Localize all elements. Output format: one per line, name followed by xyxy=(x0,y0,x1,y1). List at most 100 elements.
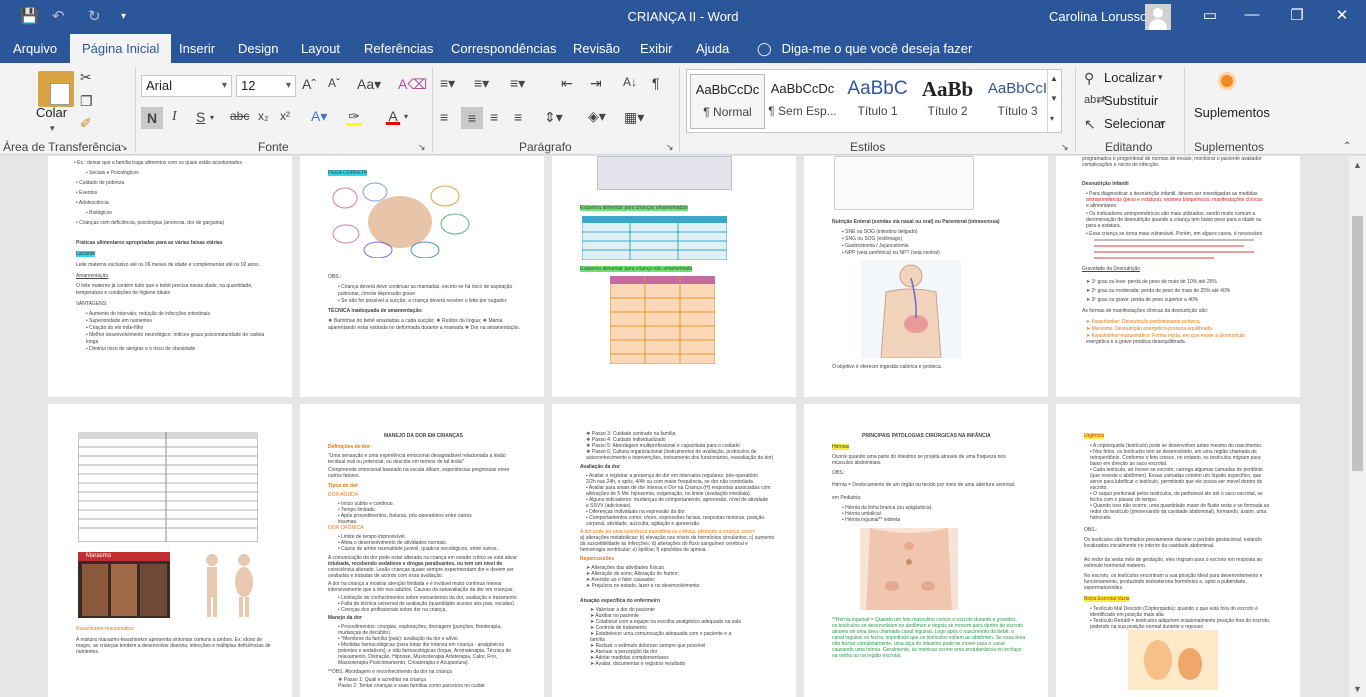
text-placeholder xyxy=(1094,251,1254,253)
restore-icon[interactable]: ❐ xyxy=(1282,6,1312,24)
paragraph-launcher-icon[interactable]: ↘ xyxy=(666,142,674,153)
style-heading-3[interactable]: AaBbCcI Título 3 xyxy=(980,74,1055,129)
select-button[interactable]: Selecionar xyxy=(1104,116,1165,131)
font-color-icon[interactable]: A xyxy=(386,108,400,125)
ribbon-display-options-icon[interactable]: ▭ xyxy=(1195,6,1225,24)
tab-pagina-inicial[interactable]: Página Inicial xyxy=(70,34,172,63)
customize-quick-access-icon[interactable]: ▾ xyxy=(121,11,126,22)
justify-icon[interactable]: ≡ xyxy=(514,109,522,125)
minimize-icon[interactable]: — xyxy=(1237,6,1267,23)
align-left-icon[interactable]: ≡ xyxy=(440,109,448,125)
tab-design[interactable]: Design xyxy=(226,34,290,63)
document-page[interactable]: PEGA CORRETA OBS.: • Criança deverá deve… xyxy=(300,156,544,397)
close-icon[interactable]: ✕ xyxy=(1327,6,1357,24)
grow-font-icon[interactable]: Aˆ xyxy=(302,76,316,92)
tab-arquivo[interactable]: Arquivo xyxy=(1,34,69,63)
tab-correspondencias[interactable]: Correspondências xyxy=(439,34,569,63)
tab-inserir[interactable]: Inserir xyxy=(167,34,227,63)
save-icon[interactable]: 💾 xyxy=(20,7,39,25)
text-line: ▪ NPP (veia periférica) ou NPT (veia cen… xyxy=(842,250,940,256)
replace-button[interactable]: Substituir xyxy=(1104,93,1158,108)
text-line: ❖ Barrinhas do bebê arrastadas a cada su… xyxy=(328,318,503,324)
select-dropdown-icon[interactable]: ▾ xyxy=(1160,118,1165,129)
ribbon-tabs: Arquivo Página Inicial Inserir Design La… xyxy=(0,34,1366,63)
scroll-up-icon[interactable]: ▲ xyxy=(1349,160,1366,170)
align-right-icon[interactable]: ≡ xyxy=(490,109,498,125)
tab-exibir[interactable]: Exibir xyxy=(628,34,685,63)
style-heading-2[interactable]: AaBb Título 2 xyxy=(910,74,985,129)
scroll-thumb[interactable] xyxy=(1352,216,1363,471)
scroll-up-icon[interactable]: ▲ xyxy=(1050,74,1058,83)
increase-indent-icon[interactable]: ⇥ xyxy=(590,75,602,92)
document-page[interactable]: Esquema alimentar para crianças amamenta… xyxy=(552,156,796,397)
tab-layout[interactable]: Layout xyxy=(289,34,352,63)
document-page[interactable]: ❖ Passo 3: Cuidado centrado na família ❖… xyxy=(552,404,796,697)
clear-formatting-icon[interactable]: A⌫ xyxy=(398,76,427,93)
style-normal[interactable]: AaBbCcDc ¶ Normal xyxy=(690,74,765,129)
scroll-down-icon[interactable]: ▼ xyxy=(1050,94,1058,103)
style-heading-1[interactable]: AaBbC Título 1 xyxy=(840,74,915,129)
find-dropdown-icon[interactable]: ▾ xyxy=(1158,72,1163,83)
section-heading: Gravidade da Desnutrição xyxy=(1082,266,1141,272)
vertical-scrollbar[interactable]: ▲ ▼ xyxy=(1349,156,1366,697)
document-page[interactable]: Marasmo Kwashiorkor-marasmático A mistur… xyxy=(48,404,292,697)
clipboard-launcher-icon[interactable]: ↘ xyxy=(120,142,128,153)
editing-group-label: Editando xyxy=(1105,140,1153,154)
subscript-icon[interactable]: x₂ xyxy=(258,109,269,123)
document-page[interactable]: programados e progenitoral de normas de … xyxy=(1056,156,1300,397)
paste-dropdown-icon[interactable]: ▾ xyxy=(50,123,55,134)
align-center-icon[interactable]: ≡ xyxy=(461,107,483,129)
copy-icon[interactable]: ❐ xyxy=(80,93,93,110)
format-painter-icon[interactable]: ✐ xyxy=(80,115,92,132)
shading-icon[interactable]: ◈▾ xyxy=(588,108,606,125)
font-size-select[interactable]: 12 xyxy=(236,75,296,97)
text-effects-icon[interactable]: A▾ xyxy=(311,108,327,125)
document-page[interactable]: Nutrição Enteral (sondas via nasal ou or… xyxy=(804,156,1048,397)
line-spacing-icon[interactable]: ⇕▾ xyxy=(544,109,563,126)
shrink-font-icon[interactable]: Aˇ xyxy=(328,76,340,90)
undo-icon[interactable]: ↶ xyxy=(52,7,65,25)
document-page[interactable]: • Ex.: deixar que a família traga alimen… xyxy=(48,156,292,397)
underline-dropdown-icon[interactable]: ▾ xyxy=(210,113,214,122)
sort-icon[interactable]: A↓ xyxy=(623,75,637,89)
borders-icon[interactable]: ▦▾ xyxy=(624,109,644,126)
cut-icon[interactable]: ✂ xyxy=(80,69,92,86)
tab-revisao[interactable]: Revisão xyxy=(561,34,632,63)
section-heading: Tipos de dor xyxy=(328,483,358,489)
avatar[interactable] xyxy=(1145,4,1171,30)
addins-button[interactable]: Suplementos xyxy=(1194,105,1270,120)
tell-me-search[interactable]: ◯ Diga-me o que você deseja fazer xyxy=(757,34,972,63)
change-case-icon[interactable]: Aa▾ xyxy=(357,76,381,93)
find-button[interactable]: Localizar xyxy=(1104,70,1156,85)
addins-icon[interactable] xyxy=(1221,75,1233,87)
highlight-color-icon[interactable]: ✑ xyxy=(346,108,362,126)
document-page[interactable]: PRINCIPAIS PATOLOGIAS CIRÚRGICAS NA INFÂ… xyxy=(804,404,1048,697)
more-styles-icon[interactable]: ▾ xyxy=(1050,114,1054,123)
document-page[interactable]: MANEJO DA DOR EM CRIANÇAS Definições de … xyxy=(300,404,544,697)
scroll-down-icon[interactable]: ▼ xyxy=(1349,684,1366,694)
user-name[interactable]: Carolina Lorusso xyxy=(1049,9,1147,24)
bold-icon[interactable]: N xyxy=(141,107,163,129)
superscript-icon[interactable]: x² xyxy=(280,109,290,123)
multilevel-list-icon[interactable]: ≡▾ xyxy=(510,75,525,92)
style-no-spacing[interactable]: AaBbCcDc ¶ Sem Esp... xyxy=(765,74,840,129)
bullets-icon[interactable]: ≡▾ xyxy=(440,75,455,92)
numbering-icon[interactable]: ≡▾ xyxy=(474,75,489,92)
italic-icon[interactable]: I xyxy=(172,109,177,125)
tab-referencias[interactable]: Referências xyxy=(352,34,445,63)
collapse-ribbon-icon[interactable]: ⌃ xyxy=(1343,141,1351,152)
paste-icon[interactable] xyxy=(38,71,74,107)
divider xyxy=(1184,67,1185,153)
font-launcher-icon[interactable]: ↘ xyxy=(418,142,426,153)
decrease-indent-icon[interactable]: ⇤ xyxy=(561,75,573,92)
paste-button[interactable]: Colar xyxy=(36,105,67,120)
font-color-dropdown-icon[interactable]: ▾ xyxy=(404,112,408,121)
font-family-select[interactable]: Arial xyxy=(141,75,232,97)
show-formatting-icon[interactable]: ¶ xyxy=(652,75,660,91)
strikethrough-icon[interactable]: abc xyxy=(230,109,249,123)
document-page[interactable]: Urgência • A criptorquidia (testículo) p… xyxy=(1056,404,1300,697)
tab-ajuda[interactable]: Ajuda xyxy=(684,34,741,63)
redo-icon[interactable]: ↻ xyxy=(88,7,101,25)
styles-launcher-icon[interactable]: ↘ xyxy=(1061,142,1069,153)
underline-icon[interactable]: S xyxy=(196,109,205,125)
